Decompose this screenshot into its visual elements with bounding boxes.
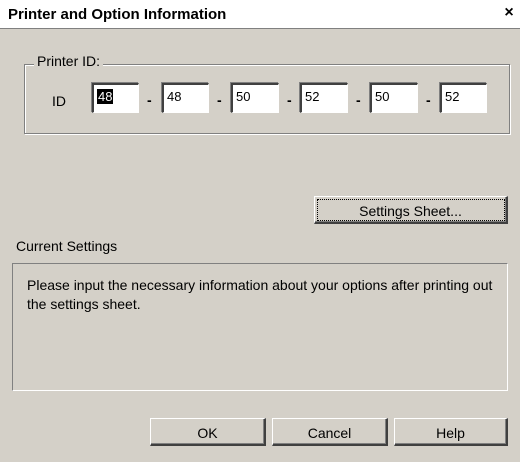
id-separator: - [356,92,361,108]
id-field-6[interactable]: 52 [440,83,487,113]
id-field-1[interactable]: 48 [92,83,139,113]
id-field-3-value: 50 [236,89,251,104]
id-field-6-value: 52 [445,89,460,104]
help-button[interactable]: Help [394,418,508,446]
id-field-4-value: 52 [305,89,320,104]
id-field-5-value: 50 [375,89,390,104]
id-separator: - [426,92,431,108]
ok-button[interactable]: OK [150,418,266,446]
id-separator: - [287,92,292,108]
id-field-2[interactable]: 48 [162,83,209,113]
current-settings-label: Current Settings [16,238,118,254]
current-settings-box: Please input the necessary information a… [12,263,508,391]
settings-sheet-button[interactable]: Settings Sheet... [314,196,508,224]
close-button[interactable]: × [498,2,520,24]
title-bar: Printer and Option Information × [0,0,520,29]
id-field-2-value: 48 [167,89,182,104]
printer-id-group-label: Printer ID: [34,53,104,69]
id-field-4[interactable]: 52 [300,83,348,113]
cancel-button[interactable]: Cancel [272,418,388,446]
id-field-1-value: 48 [97,89,114,104]
current-settings-message: Please input the necessary information a… [27,277,493,312]
window-title: Printer and Option Information [8,6,227,23]
id-separator: - [217,92,222,108]
id-separator: - [147,92,152,108]
id-field-5[interactable]: 50 [370,83,418,113]
id-field-3[interactable]: 50 [231,83,279,113]
id-label: ID [52,93,66,109]
